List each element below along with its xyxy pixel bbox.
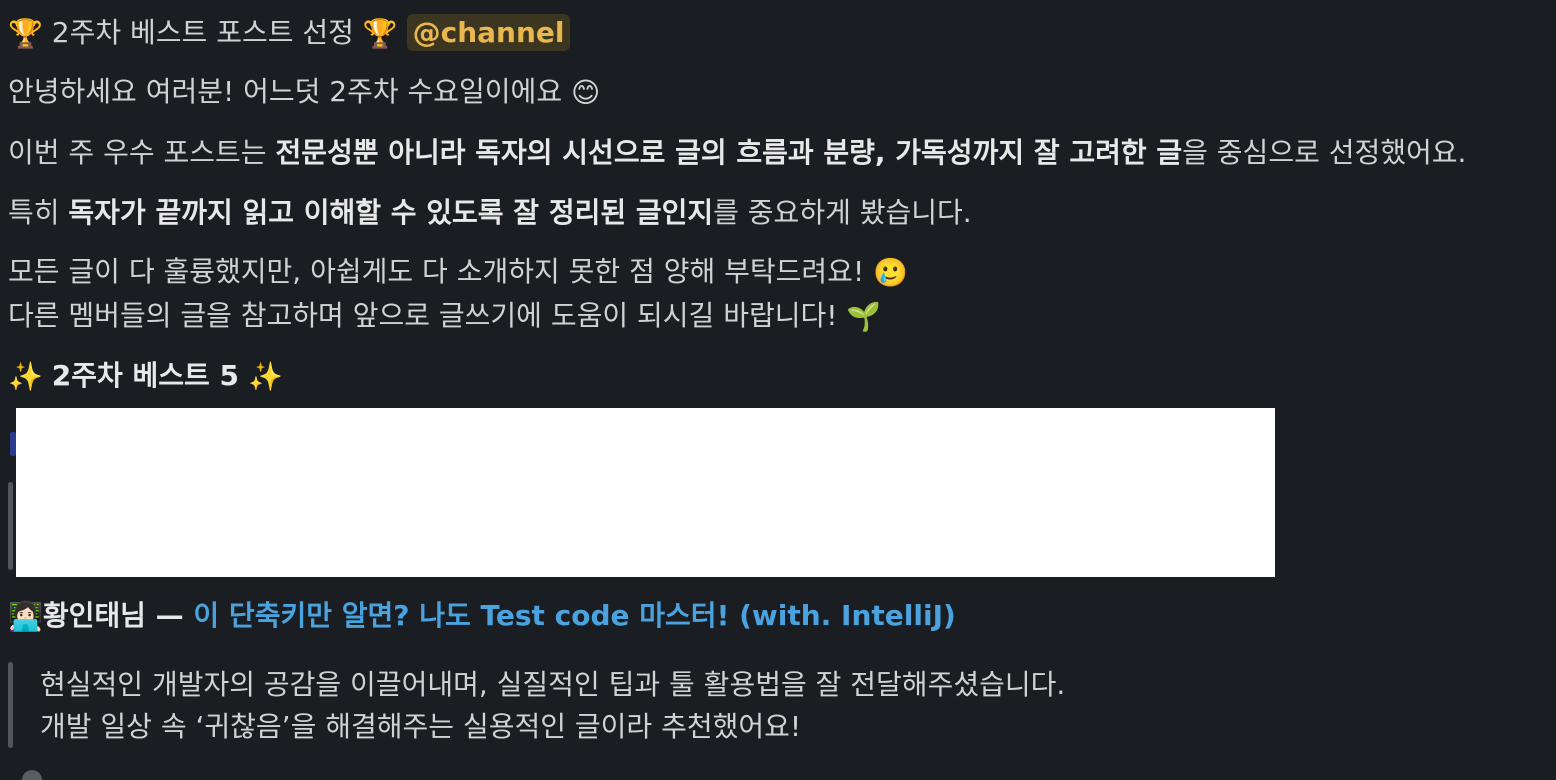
channel-mention[interactable]: @channel [406,14,571,51]
quote-bar [8,482,13,570]
criteria-prefix: 이번 주 우수 포스트는 [8,136,276,169]
encouragement-text: 다른 멤버들의 글을 참고하며 앞으로 글쓰기에 도움이 되시길 바랍니다! [8,299,838,332]
apology-text: 모든 글이 다 훌륭했지만, 아쉽게도 다 소개하지 못한 점 양해 부탁드려요… [8,255,865,288]
best-heading: 2주차 베스트 5 [51,359,240,392]
comment-line-2: 개발 일상 속 ‘귀찮음’을 해결해주는 실용적인 글이라 추천했어요! [40,710,802,743]
redacted-block [16,408,1275,577]
greeting-line: 안녕하세요 여러분! 어느덧 2주차 수요일이에요 😊 [8,72,600,113]
greeting-text: 안녕하세요 여러분! 어느덧 2주차 수요일이에요 [8,75,563,108]
holding-back-tears-icon: 🥲 [873,256,908,289]
trophy-icon: 🏆 [362,17,398,50]
emphasis-line: 특히 독자가 끝까지 읽고 이해할 수 있도록 잘 정리된 글인지를 중요하게 … [8,193,972,233]
best-heading-line: ✨ 2주차 베스트 5 ✨ [8,356,283,397]
emphasis-prefix: 특히 [8,196,69,229]
emphasis-suffix: 를 중요하게 봤습니다. [713,196,972,229]
seedling-icon: 🌱 [846,300,882,333]
post-title-link[interactable]: 이 단축키만 알면? 나도 Test code 마스터! (with. Inte… [193,599,955,632]
post-author: 황인태님 [42,599,146,632]
cut-off-sender-name [8,0,18,5]
criteria-bold: 전문성뿐 아니라 독자의 시선으로 글의 흐름과 분량, 가독성까지 잘 고려한… [275,136,1183,169]
featured-post-line: 👩🏻‍💻황인태님 — 이 단축키만 알면? 나도 Test code 마스터! … [8,596,956,637]
criteria-line: 이번 주 우수 포스트는 전문성뿐 아니라 독자의 시선으로 글의 흐름과 분량… [8,133,1466,173]
quote-bar [8,662,13,748]
comment-line-1: 현실적인 개발자의 공감을 이끌어내며, 실질적인 팁과 툴 활용법을 잘 전달… [40,668,1066,701]
smile-icon: 😊 [571,76,601,109]
technologist-icon: 👩🏻‍💻 [8,600,43,633]
encouragement-line: 다른 멤버들의 글을 참고하며 앞으로 글쓰기에 도움이 되시길 바랍니다! 🌱 [8,296,881,337]
announcement-title-line: 🏆 2주차 베스트 포스트 선정 🏆 @channel [8,13,571,54]
sparkles-icon: ✨ [247,360,283,393]
announcement-title: 2주차 베스트 포스트 선정 [51,16,354,49]
emphasis-bold: 독자가 끝까지 읽고 이해할 수 있도록 잘 정리된 글인지 [68,196,714,229]
trophy-icon: 🏆 [8,17,43,50]
sparkles-icon: ✨ [8,360,43,393]
author-separator: — [145,599,194,632]
apology-line: 모든 글이 다 훌륭했지만, 아쉽게도 다 소개하지 못한 점 양해 부탁드려요… [8,252,908,293]
criteria-suffix: 을 중심으로 선정했어요. [1182,136,1467,169]
next-avatar-edge [22,770,42,780]
